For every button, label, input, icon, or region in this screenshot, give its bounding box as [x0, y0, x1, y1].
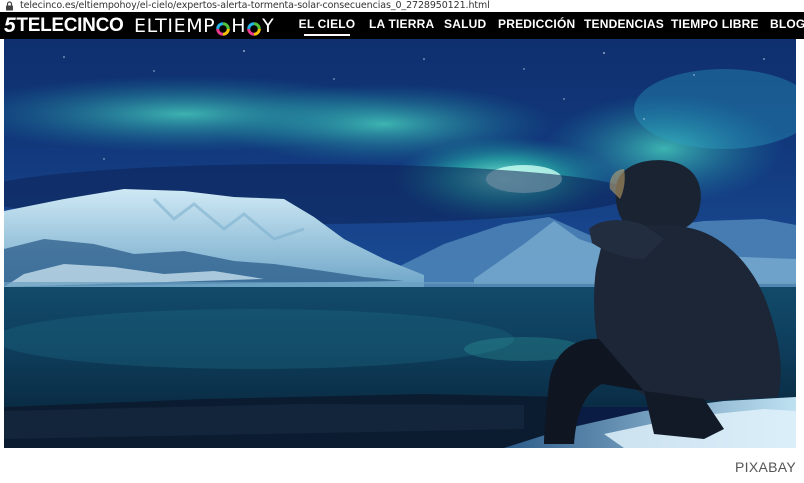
eltiempohoy-logo-prefix: ELTIEMP — [134, 14, 216, 37]
image-credit: PIXABAY — [735, 459, 796, 475]
telecinco-logo-number: 5 — [4, 13, 16, 37]
eltiempohoy-logo-suffix: H — [231, 14, 247, 37]
nav-item-blog[interactable]: BLOG — [770, 12, 804, 39]
eltiempohoy-logo[interactable]: ELTIEMP H Y — [134, 14, 274, 37]
nav-item-la-tierra[interactable]: LA TIERRA — [369, 12, 434, 39]
article-hero-image — [4, 39, 796, 448]
nav-item-tendencias[interactable]: TENDENCIAS — [584, 12, 664, 39]
nav-item-tiempo-libre[interactable]: TIEMPO LIBRE — [671, 12, 759, 39]
nav-item-el-cielo[interactable]: EL CIELO — [294, 12, 360, 39]
url-text[interactable]: telecinco.es/eltiempohoy/el-cielo/expert… — [20, 0, 490, 12]
telecinco-logo[interactable]: 5 TELECINCO — [4, 13, 124, 37]
rainbow-o-icon — [216, 19, 231, 36]
address-bar[interactable]: telecinco.es/eltiempohoy/el-cielo/expert… — [0, 0, 804, 12]
nav-item-salud[interactable]: SALUD — [444, 12, 486, 39]
aurora-photo — [4, 39, 796, 448]
nav-item-prediccion[interactable]: PREDICCIÓN — [498, 12, 575, 39]
eltiempohoy-logo-last: Y — [262, 14, 275, 37]
rainbow-o-icon — [247, 19, 261, 36]
lock-icon — [3, 0, 15, 12]
site-header: 5 TELECINCO ELTIEMP H Y EL CIELO LA TIER… — [0, 12, 804, 39]
telecinco-logo-text: TELECINCO — [16, 14, 124, 36]
